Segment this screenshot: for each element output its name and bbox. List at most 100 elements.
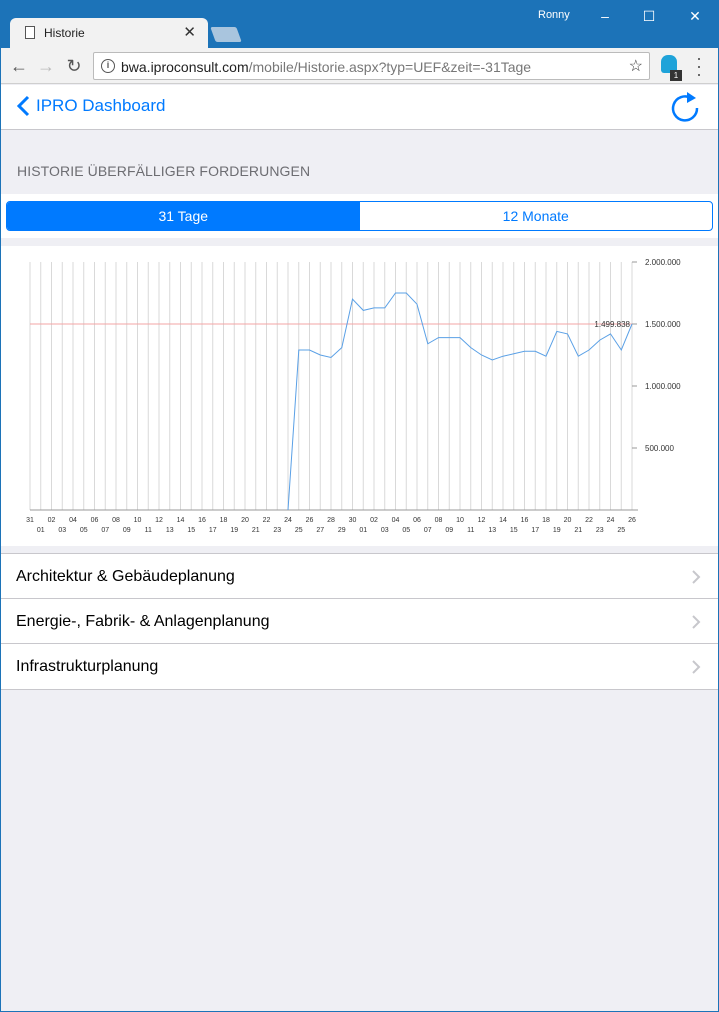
x-tick-label: 07: [424, 527, 432, 534]
profile-name[interactable]: Ronny: [538, 9, 570, 21]
x-tick-label: 29: [338, 527, 346, 534]
x-tick-label: 15: [510, 527, 518, 534]
x-tick-label: 09: [445, 527, 453, 534]
info-icon[interactable]: i: [101, 59, 115, 73]
x-tick-label: 15: [187, 527, 195, 534]
close-tab-icon[interactable]: ✕: [183, 23, 196, 41]
x-tick-label: 16: [521, 517, 529, 524]
x-tick-label: 19: [230, 527, 238, 534]
x-tick-label: 01: [359, 527, 367, 534]
list-item-label: Architektur & Gebäudeplanung: [16, 568, 235, 585]
history-chart: 2.000.000 1.500.000 1.000.000 500.000 1.499.…: [26, 258, 681, 534]
reload-icon[interactable]: ↻: [62, 54, 86, 78]
x-tick-label: 21: [574, 527, 582, 534]
y-tick-label: 1.000.000: [645, 382, 681, 391]
y-tick-label: 1.500.000: [645, 320, 681, 329]
x-tick-label: 20: [241, 517, 249, 524]
window-close-icon[interactable]: ✕: [680, 6, 710, 26]
minimize-icon[interactable]: –: [590, 6, 620, 26]
x-tick-label: 18: [220, 517, 228, 524]
list-item-label: Infrastrukturplanung: [16, 658, 159, 675]
x-tick-label: 25: [617, 527, 625, 534]
browser-tab[interactable]: Historie ✕: [10, 18, 208, 48]
url-text: bwa.iproconsult.com/mobile/Historie.aspx…: [121, 59, 531, 75]
x-tick-label: 11: [145, 527, 152, 534]
x-tick-label: 31: [26, 517, 34, 524]
x-tick-label: 05: [80, 527, 88, 534]
x-tick-label: 11: [467, 527, 474, 534]
extension-badge: 1: [670, 70, 682, 81]
x-tick-label: 02: [370, 517, 378, 524]
section-title: HISTORIE ÜBERFÄLLIGER FORDERUNGEN: [17, 163, 311, 179]
back-label: IPRO Dashboard: [36, 96, 166, 115]
x-tick-label: 10: [456, 517, 464, 524]
maximize-icon[interactable]: ☐: [634, 6, 664, 26]
x-tick-label: 28: [327, 517, 335, 524]
x-tick-label: 13: [488, 527, 496, 534]
y-tick-label: 500.000: [645, 444, 674, 453]
x-tick-label: 24: [607, 517, 615, 524]
chart-panel: 2.000.000 1.500.000 1.000.000 500.000 1.499.…: [0, 246, 719, 546]
list-item-infrastruktur[interactable]: Infrastrukturplanung: [0, 644, 719, 689]
x-tick-label: 09: [123, 527, 131, 534]
x-tick-label: 26: [306, 517, 314, 524]
x-tick-label: 18: [542, 517, 550, 524]
address-bar[interactable]: i bwa.iproconsult.com/mobile/Historie.as…: [93, 52, 650, 80]
back-arrow-icon[interactable]: ←: [7, 54, 31, 78]
x-tick-label: 26: [628, 517, 636, 524]
x-tick-label: 20: [564, 517, 572, 524]
list-item-architektur[interactable]: Architektur & Gebäudeplanung: [0, 554, 719, 599]
segment-container: 31 Tage 12 Monate: [0, 194, 719, 238]
x-tick-label: 05: [402, 527, 410, 534]
y-tick-label: 2.000.000: [645, 258, 681, 267]
x-tick-label: 07: [101, 527, 109, 534]
chevron-left-icon: [16, 95, 30, 117]
new-tab-button[interactable]: [210, 27, 242, 42]
x-tick-label: 04: [69, 517, 77, 524]
refresh-icon[interactable]: [669, 89, 701, 125]
x-tick-label: 06: [413, 517, 421, 524]
x-tick-label: 21: [252, 527, 260, 534]
x-tick-label: 23: [273, 527, 281, 534]
list-item-energie[interactable]: Energie-, Fabrik- & Anlagenplanung: [0, 599, 719, 644]
x-tick-label: 08: [112, 517, 120, 524]
url-path: /mobile/Historie.aspx?typ=UEF&zeit=-31Ta…: [248, 59, 532, 75]
x-tick-label: 14: [499, 517, 507, 524]
x-tick-label: 19: [553, 527, 561, 534]
x-tick-label: 06: [91, 517, 99, 524]
x-tick-label: 17: [209, 527, 217, 534]
x-tick-label: 10: [134, 517, 142, 524]
x-tick-label: 12: [478, 517, 486, 524]
x-tick-label: 16: [198, 517, 206, 524]
x-tick-label: 14: [177, 517, 185, 524]
x-tick-label: 27: [316, 527, 324, 534]
x-tick-label: 03: [381, 527, 389, 534]
x-tick-label: 12: [155, 517, 163, 524]
chevron-right-icon: [692, 570, 701, 584]
x-tick-label: 04: [392, 517, 400, 524]
segment-31-days[interactable]: 31 Tage: [7, 202, 360, 230]
tab-title: Historie: [44, 26, 85, 40]
bookmark-star-icon[interactable]: ☆: [629, 56, 643, 76]
x-tick-label: 02: [48, 517, 56, 524]
forward-arrow-icon[interactable]: →: [34, 54, 58, 78]
app-navbar: IPRO Dashboard: [0, 85, 719, 130]
back-button[interactable]: IPRO Dashboard: [16, 95, 165, 117]
url-host: bwa.iproconsult.com: [121, 59, 249, 75]
x-tick-label: 23: [596, 527, 604, 534]
x-tick-label: 30: [349, 517, 357, 524]
x-tick-label: 22: [585, 517, 593, 524]
x-tick-label: 22: [263, 517, 271, 524]
list-item-label: Energie-, Fabrik- & Anlagenplanung: [16, 613, 270, 630]
browser-toolbar: ← → ↻ i bwa.iproconsult.com/mobile/Histo…: [0, 48, 719, 84]
x-tick-label: 08: [435, 517, 443, 524]
x-tick-label: 13: [166, 527, 174, 534]
browser-titlebar: Historie ✕ Ronny – ☐ ✕: [0, 0, 719, 48]
x-tick-label: 25: [295, 527, 303, 534]
category-list: Architektur & Gebäudeplanung Energie-, F…: [0, 553, 719, 690]
chevron-right-icon: [692, 615, 701, 629]
segment-12-months[interactable]: 12 Monate: [360, 202, 713, 230]
x-tick-label: 17: [531, 527, 539, 534]
browser-menu-icon[interactable]: · · ·: [692, 49, 706, 83]
chevron-right-icon: [692, 660, 701, 674]
